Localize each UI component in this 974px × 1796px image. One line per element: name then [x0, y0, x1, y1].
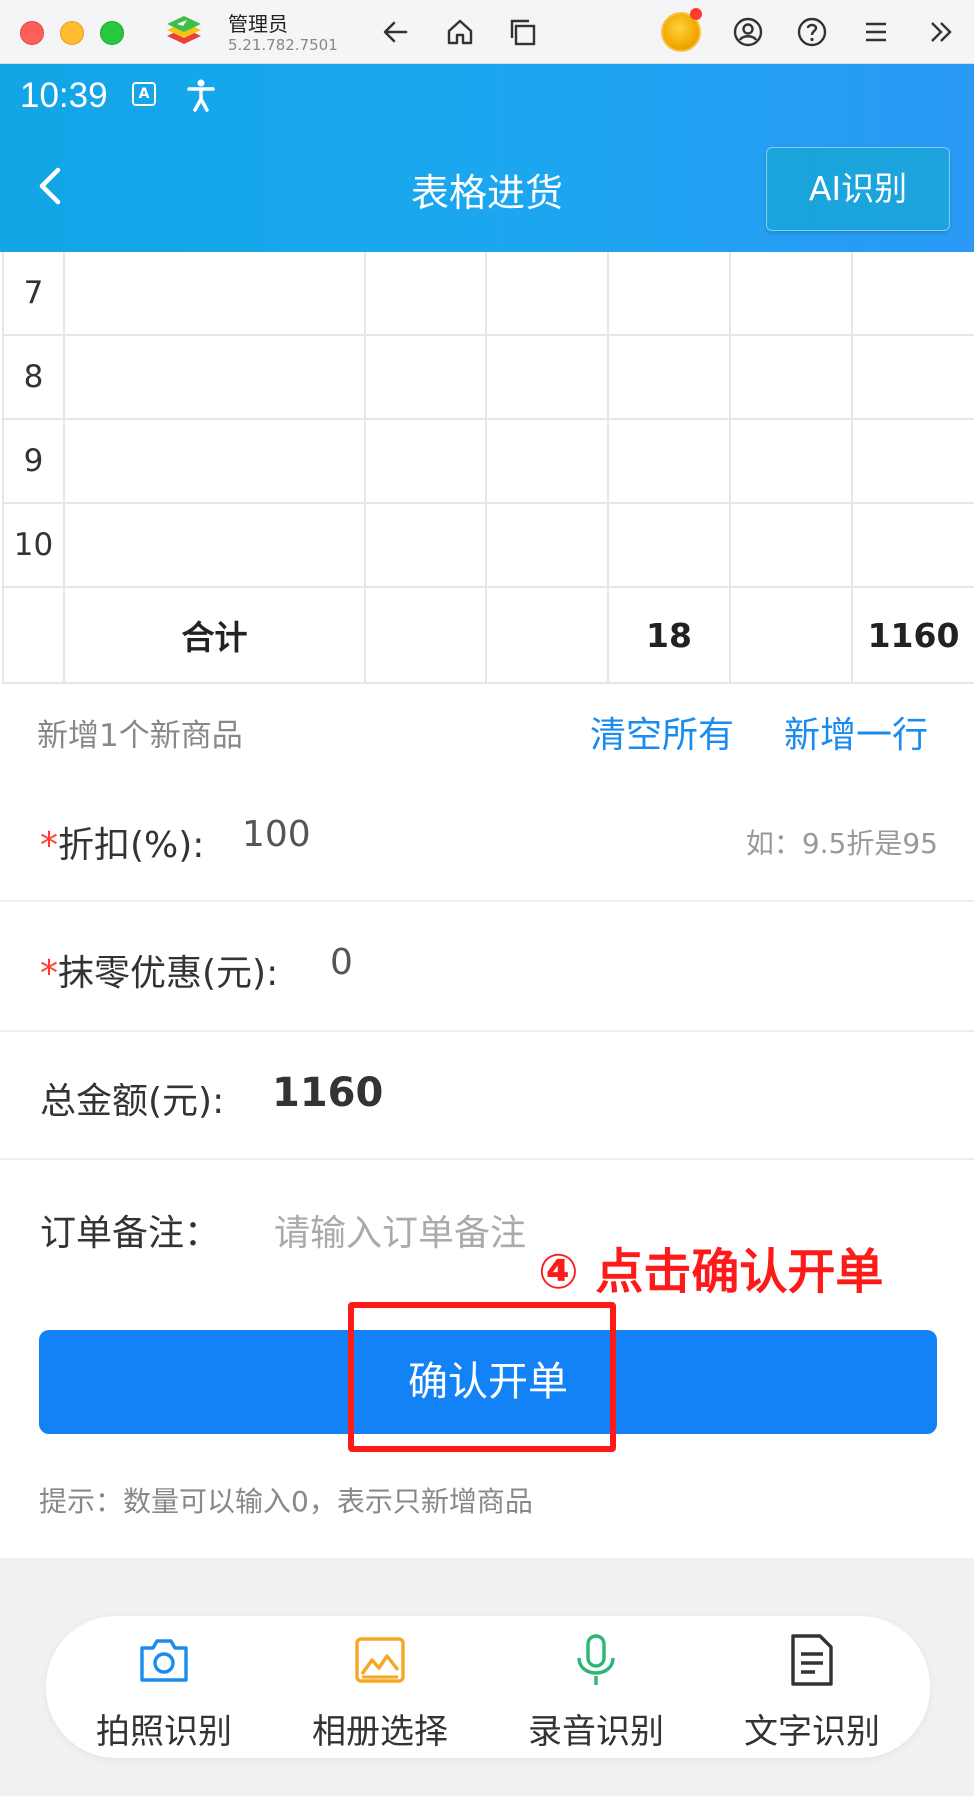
accessibility-icon [187, 79, 215, 112]
required-mark: * [40, 825, 58, 866]
menu-icon[interactable] [858, 14, 894, 50]
app-version: 5.21.782.7501 [228, 36, 338, 54]
table-cell[interactable] [609, 504, 731, 586]
table-cell[interactable] [853, 336, 974, 418]
row-number: 10 [2, 504, 65, 586]
required-mark: * [40, 953, 58, 994]
purchase-table: 7 8 9 10 合计 18 1160 [2, 252, 974, 684]
text-recognize-button[interactable]: 文字识别 [712, 1616, 912, 1758]
table-cell[interactable] [65, 504, 366, 586]
discount-input[interactable]: 100 [242, 814, 311, 855]
voice-recognize-button[interactable]: 录音识别 [496, 1616, 696, 1758]
rounding-label-wrap: *抹零优惠(元): [40, 944, 278, 996]
table-cell[interactable] [609, 336, 731, 418]
total-amount: 1160 [867, 615, 960, 655]
album-select-button[interactable]: 相册选择 [280, 1616, 480, 1758]
document-icon [791, 1634, 833, 1686]
table-cell[interactable] [853, 504, 974, 586]
discount-hint: 如：9.5折是95 [745, 827, 938, 860]
remark-label: 订单备注： [40, 1213, 221, 1254]
close-window-button[interactable] [20, 21, 44, 45]
table-row: 9 [2, 420, 974, 504]
notification-dot [690, 8, 702, 20]
total-label: 合计 [65, 588, 366, 682]
table-cell [487, 588, 609, 682]
table-cell[interactable] [366, 504, 487, 586]
table-cell[interactable] [609, 420, 731, 502]
album-select-label: 相册选择 [312, 1712, 448, 1752]
text-recognize-label: 文字识别 [744, 1712, 880, 1752]
new-product-count: 新增1个新商品 [37, 718, 243, 754]
discount-row: *折扣(%): 100 如：9.5折是95 [0, 786, 974, 902]
table-cell[interactable] [487, 336, 609, 418]
total-amount-row: 总金额(元): 1160 [0, 1032, 974, 1160]
table-cell[interactable] [487, 504, 609, 586]
row-number: 9 [2, 420, 65, 502]
add-row-link[interactable]: 新增一行 [784, 706, 928, 758]
zoom-window-button[interactable] [100, 21, 124, 45]
table-cell[interactable] [366, 420, 487, 502]
confirm-order-button[interactable]: 确认开单 [39, 1330, 937, 1434]
table-row: 8 [2, 336, 974, 420]
total-amount-value: 1160 [272, 1070, 384, 1116]
table-cell[interactable] [65, 420, 366, 502]
table-cell[interactable] [853, 252, 974, 334]
table-cell[interactable] [65, 336, 366, 418]
recognition-toolbar: 拍照识别 相册选择 录音识别 文字识别 [46, 1616, 930, 1758]
app-header: 10:39 A 表格进货 AI识别 [0, 64, 974, 252]
rounding-input[interactable]: 0 [330, 942, 353, 983]
table-cell[interactable] [366, 336, 487, 418]
table-total-row: 合计 18 1160 [2, 588, 974, 684]
back-arrow-icon[interactable] [378, 14, 414, 50]
ai-recognize-button[interactable]: AI识别 [766, 147, 950, 231]
row-number: 7 [2, 252, 65, 334]
app-name: 管理员 [228, 12, 288, 36]
table-cell[interactable] [366, 252, 487, 334]
tip-text: 提示：数量可以输入0，表示只新增商品 [39, 1485, 533, 1518]
table-cell[interactable] [731, 504, 853, 586]
voice-recognize-label: 录音识别 [528, 1712, 664, 1752]
table-cell[interactable] [731, 420, 853, 502]
table-row: 7 [2, 252, 974, 336]
remark-input[interactable]: 请输入订单备注 [274, 1204, 526, 1256]
double-chevron-right-icon[interactable] [922, 14, 958, 50]
table-cell [366, 588, 487, 682]
app-logo-icon [167, 16, 201, 44]
table-cell[interactable] [731, 252, 853, 334]
window-titlebar: 管理员 5.21.782.7501 [0, 0, 974, 64]
table-cell[interactable] [65, 252, 366, 334]
total-quantity: 18 [609, 588, 731, 682]
home-icon[interactable] [442, 14, 478, 50]
table-cell[interactable] [487, 420, 609, 502]
table-cell[interactable] [609, 252, 731, 334]
account-icon[interactable] [730, 14, 766, 50]
status-time: 10:39 [20, 76, 108, 115]
table-cell[interactable] [853, 420, 974, 502]
table-cell[interactable] [731, 336, 853, 418]
status-a-icon: A [132, 82, 156, 106]
clear-all-link[interactable]: 清空所有 [590, 706, 734, 758]
windows-icon[interactable] [506, 14, 542, 50]
table-row: 10 [2, 504, 974, 588]
photo-recognize-button[interactable]: 拍照识别 [64, 1616, 264, 1758]
microphone-icon [577, 1634, 615, 1685]
row-number: 8 [2, 336, 65, 418]
minimize-window-button[interactable] [60, 21, 84, 45]
image-icon [355, 1637, 405, 1683]
camera-icon [140, 1639, 188, 1682]
discount-label: 折扣(%): [58, 825, 205, 866]
discount-label-wrap: *折扣(%): [40, 816, 204, 868]
rounding-row: *抹零优惠(元): 0 [0, 902, 974, 1032]
table-cell[interactable] [487, 252, 609, 334]
total-amount-label: 总金额(元): [40, 1081, 225, 1122]
photo-recognize-label: 拍照识别 [96, 1712, 232, 1752]
annotation-callout: ④ 点击确认开单 [538, 1244, 884, 1300]
rounding-label: 抹零优惠(元): [58, 953, 279, 994]
table-cell [731, 588, 853, 682]
table-cell [2, 588, 65, 682]
help-icon[interactable] [794, 14, 830, 50]
